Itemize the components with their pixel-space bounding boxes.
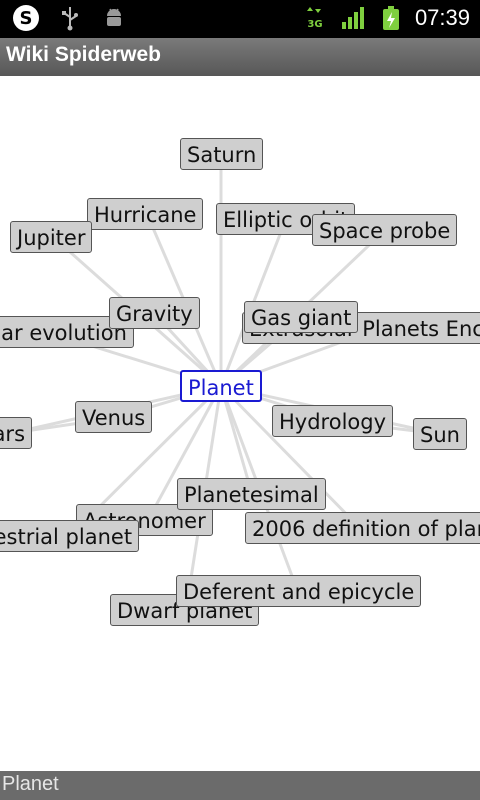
node-center-planet[interactable]: Planet <box>180 370 262 402</box>
signal-strength-icon <box>339 4 367 32</box>
svg-text:3G: 3G <box>307 19 322 30</box>
node-planetesimal[interactable]: Planetesimal <box>177 478 326 510</box>
svg-text:S: S <box>20 8 33 29</box>
app-title: Wiki Spiderweb <box>6 43 162 66</box>
android-debug-icon <box>100 4 128 32</box>
node-deferent-and-epicycle[interactable]: Deferent and epicycle <box>176 575 422 607</box>
graph-edges <box>11 154 441 611</box>
node-hurricane[interactable]: Hurricane <box>87 198 204 230</box>
battery-charging-icon <box>377 4 405 32</box>
spiderweb-canvas[interactable]: Elliptic orbit Extrasolar Planets Encycl… <box>0 76 480 771</box>
node-gas-giant[interactable]: Gas giant <box>244 301 359 333</box>
app-title-bar: Wiki Spiderweb <box>0 38 480 77</box>
node-gravity[interactable]: Gravity <box>109 297 200 329</box>
current-article-bar: Planet <box>0 771 480 800</box>
node-venus[interactable]: Venus <box>75 401 153 433</box>
status-clock: 07:39 <box>414 5 470 30</box>
current-article-label: Planet <box>2 773 59 795</box>
node-sun[interactable]: Sun <box>413 418 467 450</box>
skype-icon: S <box>12 4 40 32</box>
node-2006-definition[interactable]: 2006 definition of planet <box>245 512 480 544</box>
node-terrestrial-planet[interactable]: Terrestrial planet <box>0 520 140 552</box>
node-space-probe[interactable]: Space probe <box>312 214 458 246</box>
node-stars[interactable]: Stars <box>0 417 33 449</box>
node-jupiter[interactable]: Jupiter <box>10 221 93 253</box>
node-hydrology[interactable]: Hydrology <box>272 405 394 437</box>
node-saturn[interactable]: Saturn <box>180 138 264 170</box>
status-bar: S 3G 07:39 <box>0 0 480 38</box>
usb-icon <box>56 4 84 32</box>
network-3g-icon: 3G <box>301 4 329 32</box>
